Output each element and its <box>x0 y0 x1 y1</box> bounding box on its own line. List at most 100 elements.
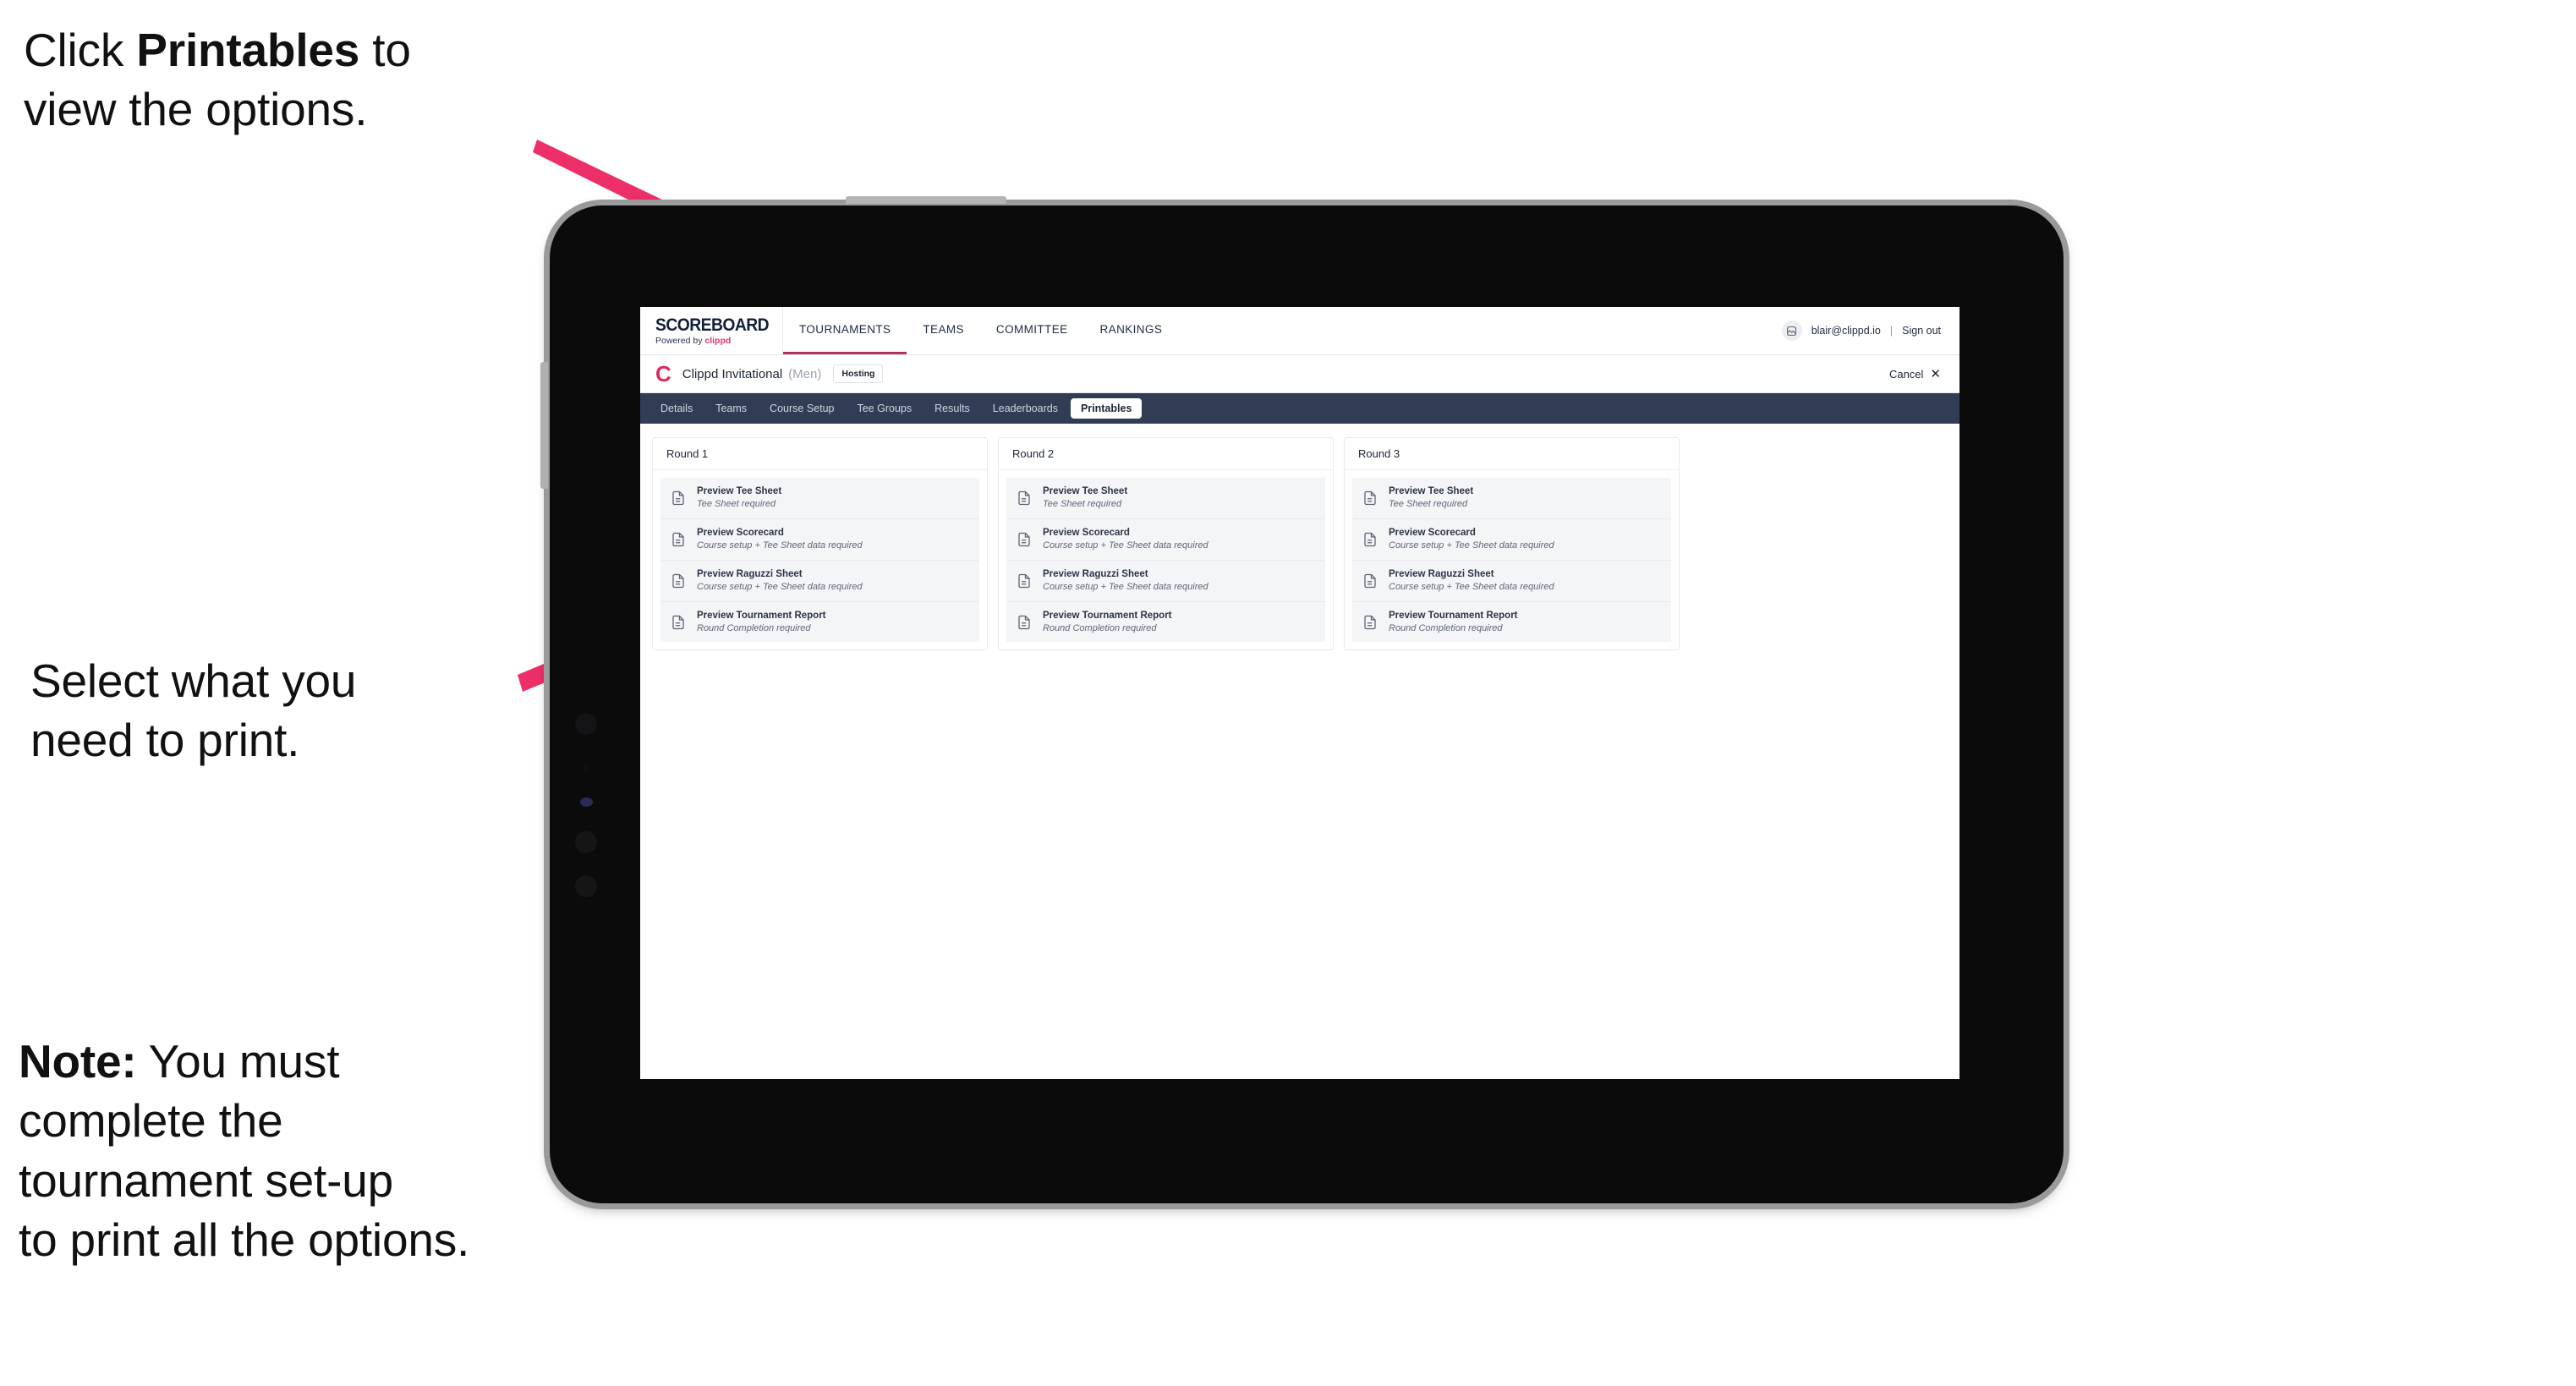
printable-subtitle: Course setup + Tee Sheet data required <box>1043 581 1209 592</box>
printable-item-scorecard[interactable]: Preview Scorecard Course setup + Tee She… <box>1352 518 1671 561</box>
printable-title: Preview Raguzzi Sheet <box>697 568 803 579</box>
printable-item-tee-sheet[interactable]: Preview Tee Sheet Tee Sheet required <box>660 478 979 519</box>
sign-out-link[interactable]: Sign out <box>1902 325 1941 337</box>
user-email: blair@clippd.io <box>1811 325 1881 337</box>
printable-subtitle: Course setup + Tee Sheet data required <box>1389 581 1554 592</box>
printable-title: Preview Scorecard <box>1389 527 1476 538</box>
printable-title: Preview Tee Sheet <box>1389 486 1474 496</box>
tab-teams[interactable]: Teams <box>705 398 757 419</box>
printable-item-tournament-report[interactable]: Preview Tournament Report Round Completi… <box>1006 601 1325 643</box>
close-icon: ✕ <box>1930 366 1941 381</box>
document-icon <box>1018 532 1030 546</box>
printable-subtitle: Course setup + Tee Sheet data required <box>697 581 863 592</box>
tab-details[interactable]: Details <box>650 398 703 419</box>
brand-powered-prefix: Powered by <box>655 335 705 346</box>
annotation-select-print: Select what you need to print. <box>30 655 357 767</box>
cancel-label: Cancel <box>1888 367 1924 381</box>
printable-item-raguzzi-sheet[interactable]: Preview Raguzzi Sheet Course setup + Tee… <box>1352 560 1671 602</box>
nav-item-teams[interactable]: TEAMS <box>907 307 980 354</box>
annotation-note-bold: Note: <box>19 1035 137 1087</box>
device-camera-icon <box>575 713 597 735</box>
cancel-button[interactable]: Cancel ✕ <box>1889 368 1941 381</box>
hosting-badge: Hosting <box>833 364 884 384</box>
section-tab-bar: Details Teams Course Setup Tee Groups Re… <box>640 393 1959 424</box>
round-title-1: Round 1 <box>653 438 987 470</box>
printable-title: Preview Raguzzi Sheet <box>1389 568 1494 579</box>
user-avatar-icon[interactable] <box>1781 320 1802 341</box>
round-items-1: Preview Tee Sheet Tee Sheet required Pre… <box>653 470 987 649</box>
document-icon <box>1364 573 1376 588</box>
round-items-2: Preview Tee Sheet Tee Sheet required Pre… <box>999 470 1333 649</box>
printables-content: Round 1 Preview Tee Sheet Tee Sheet requ… <box>640 424 1959 651</box>
printable-item-tee-sheet[interactable]: Preview Tee Sheet Tee Sheet required <box>1352 478 1671 519</box>
tablet-screen: SCOREBOARD Powered by clippd TOURNAMENTS… <box>640 307 1959 1079</box>
printable-subtitle: Tee Sheet required <box>697 499 776 510</box>
document-icon <box>1364 615 1376 629</box>
printable-item-scorecard[interactable]: Preview Scorecard Course setup + Tee She… <box>660 518 979 561</box>
tab-leaderboards[interactable]: Leaderboards <box>983 398 1068 419</box>
document-icon <box>672 615 684 629</box>
round-title-3: Round 3 <box>1345 438 1679 470</box>
document-icon <box>672 573 684 588</box>
clippd-c-logo-icon: C <box>655 361 671 386</box>
app-top-navigation: SCOREBOARD Powered by clippd TOURNAMENTS… <box>640 307 1959 355</box>
printable-item-tournament-report[interactable]: Preview Tournament Report Round Completi… <box>1352 601 1671 643</box>
device-left-button-strip <box>540 362 548 489</box>
round-column-1: Round 1 Preview Tee Sheet Tee Sheet requ… <box>652 437 988 651</box>
printable-title: Preview Tee Sheet <box>697 486 782 496</box>
tournament-name: Clippd Invitational <box>682 366 783 381</box>
printable-subtitle: Tee Sheet required <box>1043 499 1122 510</box>
round-column-2: Round 2 Preview Tee Sheet Tee Sheet requ… <box>998 437 1334 651</box>
tournament-gender: (Men) <box>788 366 822 381</box>
device-button-lower <box>575 875 597 897</box>
printable-subtitle: Round Completion required <box>1043 622 1157 633</box>
device-indicator-led-icon <box>580 797 593 807</box>
top-nav-items: TOURNAMENTS TEAMS COMMITTEE RANKINGS <box>783 307 1178 354</box>
nav-item-tournaments[interactable]: TOURNAMENTS <box>783 307 907 354</box>
printable-title: Preview Scorecard <box>697 527 784 538</box>
nav-item-committee[interactable]: COMMITTEE <box>980 307 1084 354</box>
brand-subtitle: Powered by clippd <box>655 337 782 346</box>
printable-title: Preview Tee Sheet <box>1043 486 1128 496</box>
tab-course-setup[interactable]: Course Setup <box>759 398 844 419</box>
round-items-3: Preview Tee Sheet Tee Sheet required Pre… <box>1345 470 1679 649</box>
tab-results[interactable]: Results <box>924 398 980 419</box>
document-icon <box>672 532 684 546</box>
device-sensor-dot-icon <box>584 765 589 771</box>
printable-subtitle: Tee Sheet required <box>1389 499 1468 510</box>
printable-subtitle: Round Completion required <box>697 622 811 633</box>
brand-logo[interactable]: SCOREBOARD Powered by clippd <box>640 307 783 354</box>
document-icon <box>1018 573 1030 588</box>
printable-subtitle: Round Completion required <box>1389 622 1503 633</box>
printable-title: Preview Tournament Report <box>697 610 826 621</box>
account-area: blair@clippd.io | Sign out <box>1781 307 1959 354</box>
tab-printables[interactable]: Printables <box>1070 397 1143 419</box>
printable-subtitle: Course setup + Tee Sheet data required <box>1389 540 1554 551</box>
account-separator: | <box>1889 325 1894 337</box>
document-icon <box>1018 490 1030 506</box>
brand-title: SCOREBOARD <box>655 315 770 335</box>
tablet-device: SCOREBOARD Powered by clippd TOURNAMENTS… <box>540 196 2064 1203</box>
annotation-click-part1: Click <box>24 24 137 76</box>
nav-item-rankings[interactable]: RANKINGS <box>1084 307 1179 354</box>
annotation-click-printables: Click Printables to view the options. <box>24 20 582 140</box>
brand-powered-name: clippd <box>704 335 732 346</box>
printable-item-scorecard[interactable]: Preview Scorecard Course setup + Tee She… <box>1006 518 1325 561</box>
printable-item-raguzzi-sheet[interactable]: Preview Raguzzi Sheet Course setup + Tee… <box>1006 560 1325 602</box>
device-button-upper <box>575 831 597 853</box>
round-column-3: Round 3 Preview Tee Sheet Tee Sheet requ… <box>1344 437 1680 651</box>
printable-item-tournament-report[interactable]: Preview Tournament Report Round Completi… <box>660 601 979 643</box>
tournament-header-bar: C Clippd Invitational (Men) Hosting Canc… <box>640 355 1959 393</box>
printable-title: Preview Raguzzi Sheet <box>1043 568 1148 579</box>
printable-item-raguzzi-sheet[interactable]: Preview Raguzzi Sheet Course setup + Tee… <box>660 560 979 602</box>
device-top-button <box>846 196 1006 204</box>
printable-title: Preview Scorecard <box>1043 527 1130 538</box>
round-title-2: Round 2 <box>999 438 1333 470</box>
printable-item-tee-sheet[interactable]: Preview Tee Sheet Tee Sheet required <box>1006 478 1325 519</box>
document-icon <box>672 490 684 506</box>
document-icon <box>1364 532 1376 546</box>
printable-subtitle: Course setup + Tee Sheet data required <box>697 540 863 551</box>
tab-tee-groups[interactable]: Tee Groups <box>847 398 922 419</box>
printable-subtitle: Course setup + Tee Sheet data required <box>1043 540 1209 551</box>
annotation-click-bold: Printables <box>136 24 360 76</box>
